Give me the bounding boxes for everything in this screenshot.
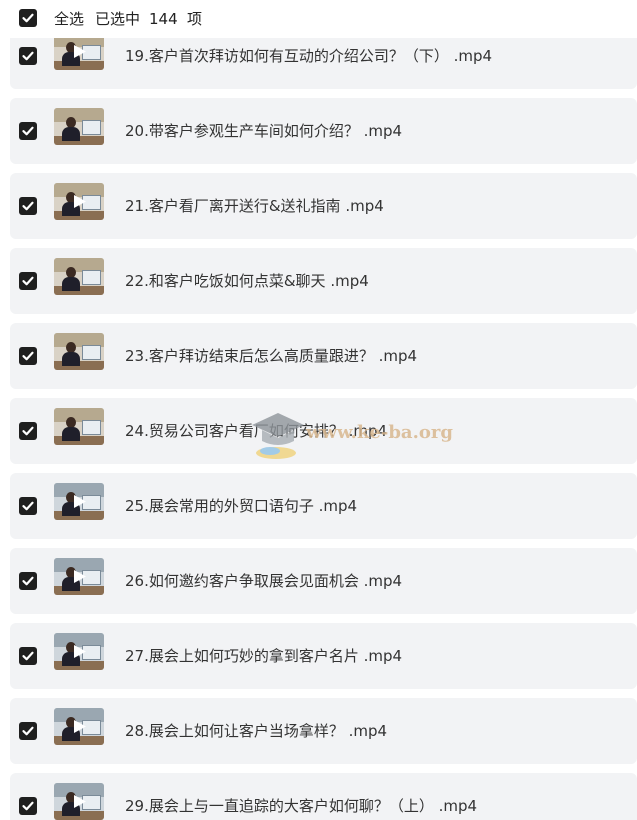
video-thumbnail[interactable] bbox=[54, 33, 104, 70]
file-title[interactable]: 27.展会上如何巧妙的拿到客户名片 .mp4 bbox=[125, 646, 402, 666]
file-row[interactable]: 25.展会常用的外贸口语句子 .mp4 bbox=[10, 473, 637, 539]
file-row[interactable]: 21.客户看厂离开送行&送礼指南 .mp4 bbox=[10, 173, 637, 239]
row-checkbox[interactable] bbox=[19, 497, 37, 515]
play-icon bbox=[74, 795, 86, 808]
play-icon bbox=[74, 195, 86, 208]
file-title[interactable]: 29.展会上与一直追踪的大客户如何聊？（上） .mp4 bbox=[125, 796, 477, 816]
row-checkbox[interactable] bbox=[19, 347, 37, 365]
file-list-page: 19.客户首次拜访如何有互动的介绍公司？（下） .mp4 20.带客户参观生产车… bbox=[0, 0, 637, 820]
file-row[interactable]: 22.和客户吃饭如何点菜&聊天 .mp4 bbox=[10, 248, 637, 314]
play-icon bbox=[74, 570, 86, 583]
video-thumbnail[interactable] bbox=[54, 108, 104, 145]
play-icon bbox=[74, 645, 86, 658]
select-all-label[interactable]: 全选 bbox=[54, 10, 84, 28]
row-checkbox[interactable] bbox=[19, 272, 37, 290]
file-title[interactable]: 20.带客户参观生产车间如何介绍？ .mp4 bbox=[125, 121, 402, 141]
file-row[interactable]: 20.带客户参观生产车间如何介绍？ .mp4 bbox=[10, 98, 637, 164]
file-title[interactable]: 28.展会上如何让客户当场拿样？ .mp4 bbox=[125, 721, 387, 741]
video-thumbnail[interactable] bbox=[54, 783, 104, 820]
file-row[interactable]: 28.展会上如何让客户当场拿样？ .mp4 bbox=[10, 698, 637, 764]
video-thumbnail[interactable] bbox=[54, 258, 104, 295]
file-row[interactable]: 24.贸易公司客户看厂如何安排？ .mp4 bbox=[10, 398, 637, 464]
row-checkbox[interactable] bbox=[19, 572, 37, 590]
video-thumbnail[interactable] bbox=[54, 483, 104, 520]
row-checkbox[interactable] bbox=[19, 722, 37, 740]
video-thumbnail[interactable] bbox=[54, 558, 104, 595]
selected-label: 已选中 bbox=[95, 10, 141, 28]
row-checkbox[interactable] bbox=[19, 122, 37, 140]
video-thumbnail[interactable] bbox=[54, 333, 104, 370]
file-list: 19.客户首次拜访如何有互动的介绍公司？（下） .mp4 20.带客户参观生产车… bbox=[0, 0, 637, 820]
selection-bar: 全选 已选中 144 项 bbox=[0, 0, 637, 38]
row-checkbox[interactable] bbox=[19, 47, 37, 65]
file-row[interactable]: 29.展会上与一直追踪的大客户如何聊？（上） .mp4 bbox=[10, 773, 637, 820]
file-title[interactable]: 19.客户首次拜访如何有互动的介绍公司？（下） .mp4 bbox=[125, 46, 492, 66]
file-row[interactable]: 23.客户拜访结束后怎么高质量跟进？ .mp4 bbox=[10, 323, 637, 389]
video-thumbnail[interactable] bbox=[54, 183, 104, 220]
selected-count: 144 bbox=[149, 10, 178, 28]
play-icon bbox=[74, 720, 86, 733]
file-title[interactable]: 25.展会常用的外贸口语句子 .mp4 bbox=[125, 496, 357, 516]
play-icon bbox=[74, 495, 86, 508]
file-row[interactable]: 27.展会上如何巧妙的拿到客户名片 .mp4 bbox=[10, 623, 637, 689]
file-title[interactable]: 23.客户拜访结束后怎么高质量跟进？ .mp4 bbox=[125, 346, 417, 366]
row-checkbox[interactable] bbox=[19, 797, 37, 815]
row-checkbox[interactable] bbox=[19, 197, 37, 215]
video-thumbnail[interactable] bbox=[54, 633, 104, 670]
select-all-checkbox[interactable] bbox=[19, 9, 37, 27]
file-title[interactable]: 22.和客户吃饭如何点菜&聊天 .mp4 bbox=[125, 271, 369, 291]
video-thumbnail[interactable] bbox=[54, 708, 104, 745]
file-title[interactable]: 24.贸易公司客户看厂如何安排？ .mp4 bbox=[125, 421, 387, 441]
file-title[interactable]: 21.客户看厂离开送行&送礼指南 .mp4 bbox=[125, 196, 384, 216]
play-icon bbox=[74, 45, 86, 58]
file-title[interactable]: 26.如何邀约客户争取展会见面机会 .mp4 bbox=[125, 571, 402, 591]
video-thumbnail[interactable] bbox=[54, 408, 104, 445]
file-row[interactable]: 26.如何邀约客户争取展会见面机会 .mp4 bbox=[10, 548, 637, 614]
row-checkbox[interactable] bbox=[19, 647, 37, 665]
selected-unit: 项 bbox=[187, 10, 203, 28]
row-checkbox[interactable] bbox=[19, 422, 37, 440]
